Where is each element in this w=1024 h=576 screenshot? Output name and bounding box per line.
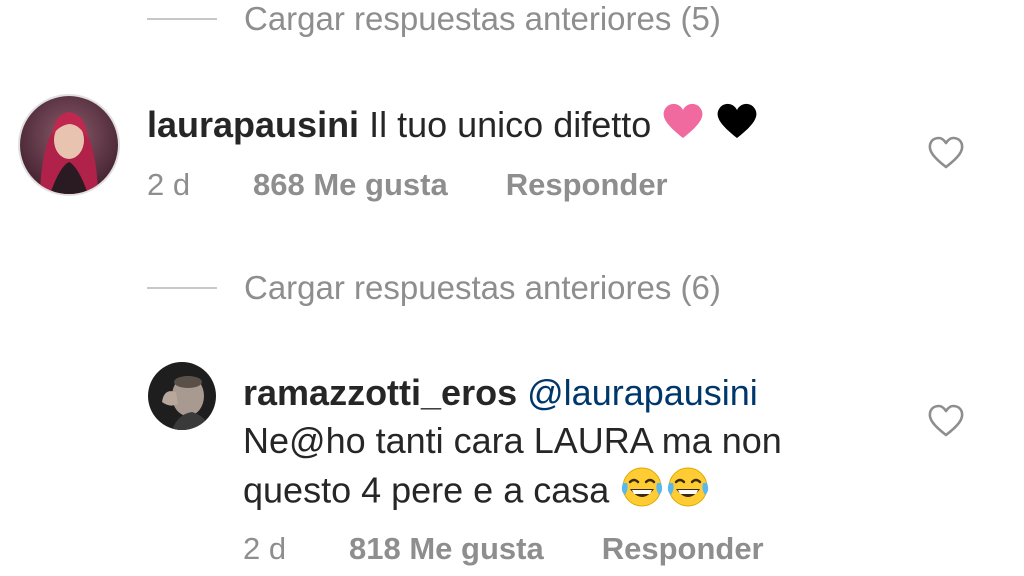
load-previous-replies-row[interactable]: Cargar respuestas anteriores (6) bbox=[147, 269, 721, 307]
comment-body: laurapausini Il tuo unico difetto bbox=[147, 101, 759, 152]
comment-meta: 2 d 868 Me gusta Responder bbox=[147, 167, 668, 203]
comment-username[interactable]: ramazzotti_eros bbox=[243, 372, 517, 413]
divider-line bbox=[147, 287, 217, 289]
likes-count[interactable]: 818 Me gusta bbox=[349, 531, 544, 567]
avatar-ramazzotti-eros[interactable] bbox=[148, 362, 216, 430]
comment-body-line2: Ne@ho tanti cara LAURA ma non bbox=[243, 420, 782, 461]
pink-heart-icon bbox=[661, 102, 705, 152]
comment-time: 2 d bbox=[243, 531, 287, 566]
tears-of-joy-icon bbox=[619, 465, 665, 521]
comment-text: questo 4 pere e a casa bbox=[243, 469, 610, 511]
divider-line bbox=[147, 18, 217, 20]
comment-body-line3: questo 4 pere e a casa bbox=[243, 465, 711, 521]
reply-button[interactable]: Responder bbox=[506, 167, 668, 203]
load-previous-replies-row[interactable]: Cargar respuestas anteriores (5) bbox=[147, 0, 721, 38]
comment-body-line1: ramazzotti_eros @laurapausini bbox=[243, 369, 758, 417]
reply-button[interactable]: Responder bbox=[602, 531, 764, 567]
comment-meta: 2 d 818 Me gusta Responder bbox=[243, 531, 764, 567]
avatar-laurapausini[interactable] bbox=[18, 94, 120, 196]
black-heart-icon bbox=[715, 102, 759, 152]
likes-count[interactable]: 868 Me gusta bbox=[253, 167, 448, 203]
avatar-image bbox=[20, 96, 118, 194]
mention-link[interactable]: @laurapausini bbox=[527, 372, 758, 413]
avatar-image bbox=[148, 362, 216, 430]
load-previous-replies-button[interactable]: Cargar respuestas anteriores (6) bbox=[244, 269, 721, 307]
comment-text: Il tuo unico difetto bbox=[369, 104, 652, 145]
like-heart-icon[interactable] bbox=[927, 136, 965, 170]
comment-time: 2 d bbox=[147, 167, 191, 202]
comment-username[interactable]: laurapausini bbox=[147, 104, 359, 145]
like-heart-icon[interactable] bbox=[927, 404, 965, 438]
load-previous-replies-button[interactable]: Cargar respuestas anteriores (5) bbox=[244, 0, 721, 38]
tears-of-joy-icon bbox=[665, 465, 711, 521]
